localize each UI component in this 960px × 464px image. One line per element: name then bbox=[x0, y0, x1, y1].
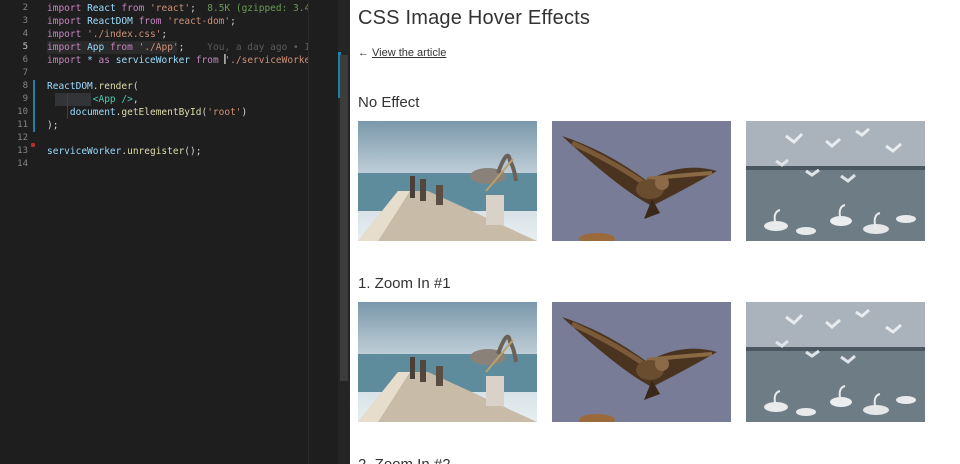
minimap[interactable] bbox=[308, 0, 338, 464]
pelican-image[interactable] bbox=[358, 121, 537, 241]
line-number: 7 bbox=[22, 68, 28, 78]
line-number: 8 bbox=[22, 81, 28, 91]
eagle-image[interactable] bbox=[552, 121, 731, 241]
line-number: 12 bbox=[17, 133, 28, 143]
line-number: 11 bbox=[17, 120, 28, 130]
code-line-6: import * as serviceWorker from './servic… bbox=[47, 55, 327, 66]
section-title-zoom-in-2: 2. Zoom In #2 bbox=[358, 456, 451, 464]
swans-image-zoom[interactable] bbox=[746, 302, 925, 422]
pelican-image-zoom[interactable] bbox=[358, 302, 537, 422]
line-number-gutter: 2 3 4 5 6 7 8 9 10 11 12 13 14 bbox=[0, 0, 36, 464]
git-deletion-indicator bbox=[31, 143, 35, 147]
code-line-13: serviceWorker.unregister(); bbox=[47, 146, 202, 157]
code-line-3: import ReactDOM from 'react-dom'; bbox=[47, 16, 236, 27]
code-line-8: ReactDOM.render( bbox=[47, 81, 139, 92]
code-line-4: import './index.css'; bbox=[47, 29, 168, 40]
code-area[interactable]: import React from 'react'; 8.5K (gzipped… bbox=[47, 0, 350, 464]
swans-image[interactable] bbox=[746, 121, 925, 241]
section-title-no-effect: No Effect bbox=[358, 94, 420, 111]
editor-scrollbar-thumb[interactable] bbox=[340, 55, 348, 381]
line-number: 2 bbox=[22, 3, 28, 13]
code-line-9: <App />, bbox=[92, 94, 139, 105]
eagle-image-zoom[interactable] bbox=[552, 302, 731, 422]
browser-preview-pane: CSS Image Hover Effects ← View the articl… bbox=[350, 0, 960, 464]
line-number: 10 bbox=[17, 107, 28, 117]
line-number: 4 bbox=[22, 29, 28, 39]
code-line-10: document.getElementById('root') bbox=[69, 107, 248, 118]
line-number: 3 bbox=[22, 16, 28, 26]
code-editor-pane[interactable]: 2 3 4 5 6 7 8 9 10 11 12 13 14 import Re… bbox=[0, 0, 350, 464]
code-line-11: ); bbox=[47, 120, 59, 131]
line-number: 5 bbox=[22, 42, 28, 52]
code-line-5: import App from './App'; You, a day ago … bbox=[47, 42, 328, 53]
code-line-2: import React from 'react'; 8.5K (gzipped… bbox=[47, 3, 322, 14]
git-change-indicator bbox=[33, 80, 35, 132]
page-title: CSS Image Hover Effects bbox=[358, 7, 591, 29]
line-number: 9 bbox=[22, 94, 28, 104]
left-arrow-icon: ← bbox=[358, 47, 369, 59]
line-number: 6 bbox=[22, 55, 28, 65]
line-number: 14 bbox=[17, 159, 28, 169]
line-number: 13 bbox=[17, 146, 28, 156]
section-title-zoom-in-1: 1. Zoom In #1 bbox=[358, 275, 451, 292]
back-to-article-link[interactable]: ← View the article bbox=[358, 47, 446, 59]
import-size-hint: 8.5K (gzipped: 3.4K) bbox=[207, 3, 322, 14]
back-link-label[interactable]: View the article bbox=[372, 47, 446, 59]
text-cursor-icon: I bbox=[223, 53, 227, 68]
